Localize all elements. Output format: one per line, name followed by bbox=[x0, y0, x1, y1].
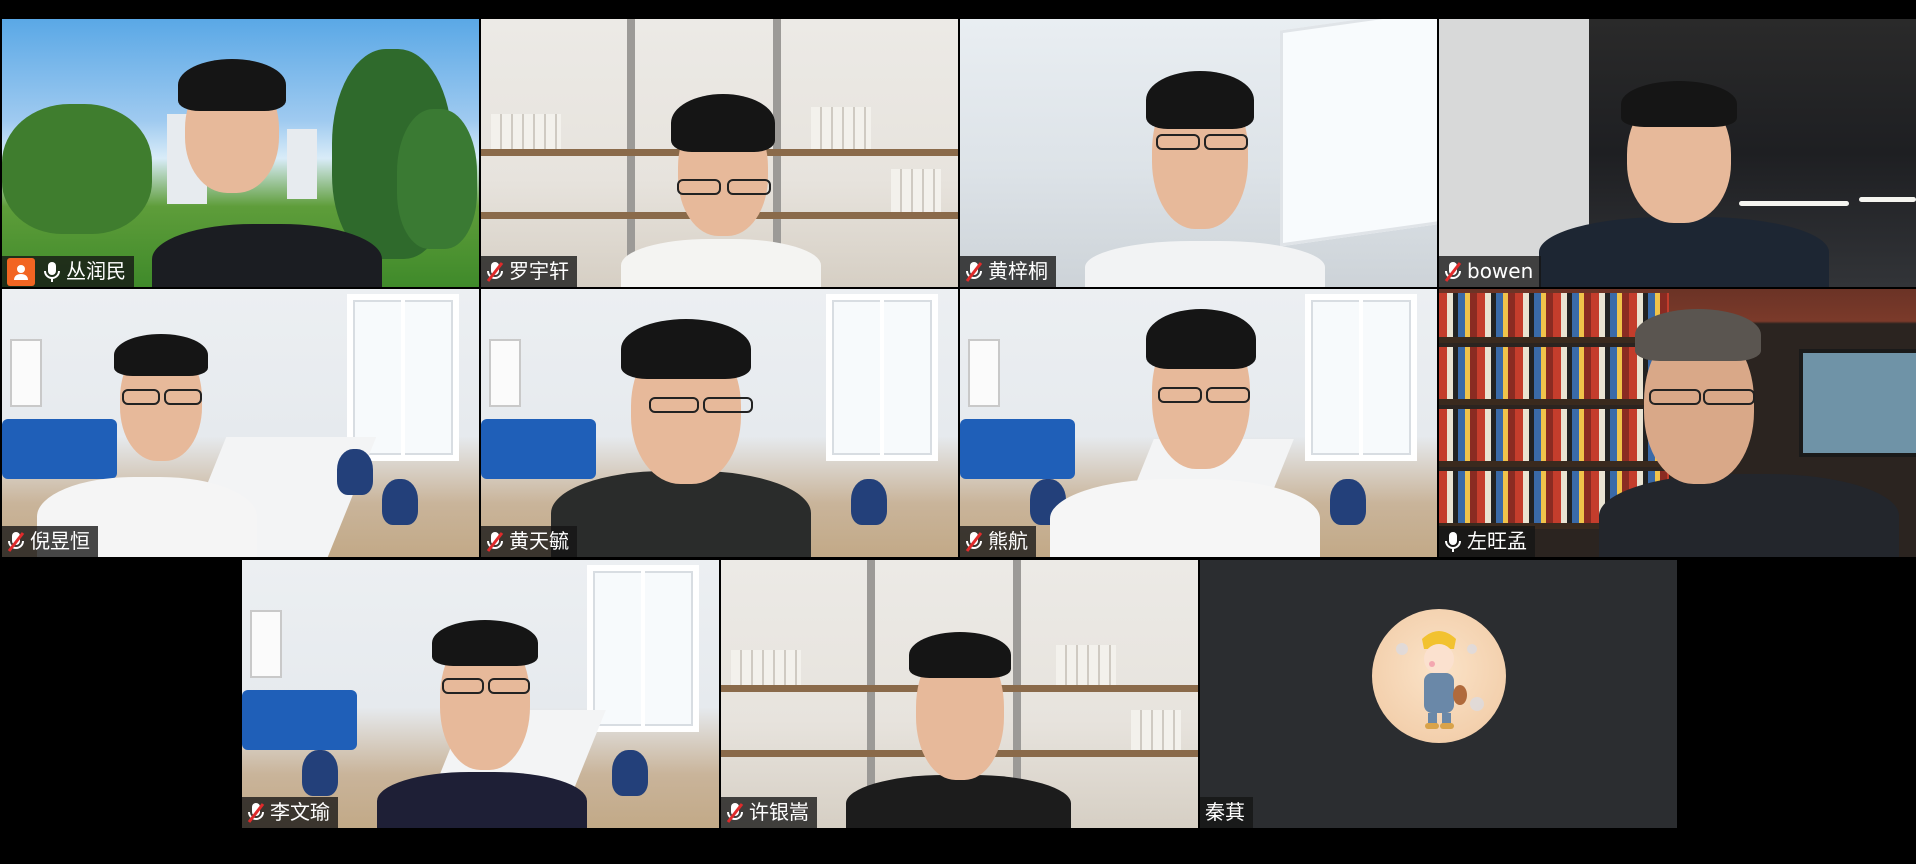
participant-name-label: 倪昱恒 bbox=[2, 526, 98, 557]
participant-name-label: 许银嵩 bbox=[721, 797, 817, 828]
participant-video bbox=[481, 289, 958, 557]
muted-mic-icon bbox=[7, 531, 25, 553]
muted-mic-icon bbox=[1444, 261, 1462, 283]
cartoon-avatar bbox=[1372, 609, 1506, 743]
participant-tile[interactable]: 罗宇轩 bbox=[481, 19, 958, 287]
participant-name-label: 黄梓桐 bbox=[960, 256, 1056, 287]
participant-tile[interactable]: 左旺孟 bbox=[1439, 289, 1916, 557]
participant-name-label: 黄天毓 bbox=[481, 526, 577, 557]
participant-name: 熊航 bbox=[988, 529, 1028, 553]
participant-video bbox=[1439, 19, 1916, 287]
muted-mic-icon bbox=[486, 261, 504, 283]
participant-name: 左旺孟 bbox=[1467, 529, 1527, 553]
participant-video bbox=[721, 560, 1198, 828]
participant-video bbox=[960, 289, 1437, 557]
participant-video bbox=[960, 19, 1437, 287]
participant-name: bowen bbox=[1467, 259, 1534, 283]
participant-name: 丛润民 bbox=[66, 259, 126, 283]
muted-mic-icon bbox=[965, 531, 983, 553]
mic-icon bbox=[1444, 531, 1462, 553]
participant-tile[interactable]: 黄梓桐 bbox=[960, 19, 1437, 287]
participant-name: 罗宇轩 bbox=[509, 259, 569, 283]
participant-video-off bbox=[1200, 560, 1677, 828]
participant-name: 许银嵩 bbox=[749, 800, 809, 824]
participant-tile[interactable]: 倪昱恒 bbox=[2, 289, 479, 557]
participant-name: 黄梓桐 bbox=[988, 259, 1048, 283]
participant-tile[interactable]: 熊航 bbox=[960, 289, 1437, 557]
participant-name-label: 秦萁 bbox=[1200, 797, 1253, 828]
participant-tile[interactable]: 许银嵩 bbox=[721, 560, 1198, 828]
participant-video bbox=[1439, 289, 1916, 557]
participant-name-label: bowen bbox=[1439, 256, 1542, 287]
muted-mic-icon bbox=[726, 802, 744, 824]
participant-tile[interactable]: 李文瑜 bbox=[242, 560, 719, 828]
muted-mic-icon bbox=[965, 261, 983, 283]
participant-video bbox=[2, 289, 479, 557]
participant-tile[interactable]: bowen bbox=[1439, 19, 1916, 287]
participant-video bbox=[2, 19, 479, 287]
participant-name: 黄天毓 bbox=[509, 529, 569, 553]
participant-name: 倪昱恒 bbox=[30, 529, 90, 553]
participant-name-label: 左旺孟 bbox=[1439, 526, 1535, 557]
muted-mic-icon bbox=[247, 802, 265, 824]
participant-video bbox=[481, 19, 958, 287]
participant-name-label: 罗宇轩 bbox=[481, 256, 577, 287]
participant-name-label: 丛润民 bbox=[2, 256, 134, 287]
muted-mic-icon bbox=[486, 531, 504, 553]
person-badge-icon bbox=[7, 257, 35, 286]
participant-tile[interactable]: 丛润民 bbox=[2, 19, 479, 287]
video-gallery: 丛润民 罗宇轩 黄梓桐 bowen 倪昱恒 黄天毓 熊航 左旺孟 李文瑜 许银嵩… bbox=[0, 0, 1916, 864]
participant-tile[interactable]: 秦萁 bbox=[1200, 560, 1677, 828]
participant-name: 李文瑜 bbox=[270, 800, 330, 824]
participant-name: 秦萁 bbox=[1205, 800, 1245, 824]
participant-video bbox=[242, 560, 719, 828]
participant-name-label: 熊航 bbox=[960, 526, 1036, 557]
mic-icon bbox=[43, 261, 61, 283]
participant-name-label: 李文瑜 bbox=[242, 797, 338, 828]
participant-tile[interactable]: 黄天毓 bbox=[481, 289, 958, 557]
